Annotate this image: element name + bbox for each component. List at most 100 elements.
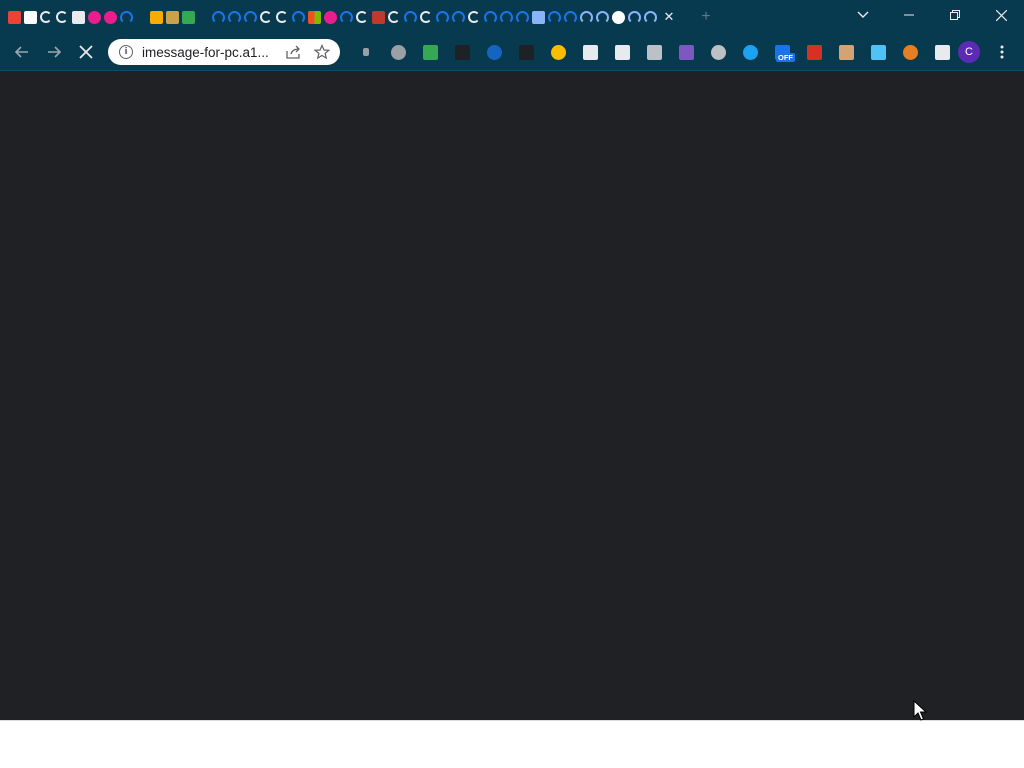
s-icon — [87, 10, 101, 24]
restore-button[interactable] — [932, 0, 978, 30]
loading-icon — [579, 10, 593, 24]
play-extension-button[interactable] — [862, 41, 894, 63]
address-bar[interactable]: i imessage-for-pc.a1... — [108, 39, 340, 65]
browser-tab[interactable] — [450, 6, 466, 28]
browser-tab[interactable] — [306, 6, 322, 28]
rss-icon — [454, 44, 470, 60]
browser-tab[interactable] — [338, 6, 354, 28]
loading-icon — [595, 10, 609, 24]
back-button[interactable] — [8, 38, 36, 66]
rss-extension-button[interactable] — [446, 41, 478, 63]
chat-icon — [422, 44, 438, 60]
profile-avatar[interactable]: C — [958, 41, 980, 63]
browser-tab[interactable] — [258, 6, 274, 28]
browser-tab[interactable] — [418, 6, 434, 28]
ghost-icon — [611, 10, 625, 24]
r-extension-button[interactable] — [670, 41, 702, 63]
tab-list: ✕ + — [6, 6, 718, 28]
browser-tab[interactable] — [482, 6, 498, 28]
browser-tab[interactable] — [118, 6, 134, 28]
url-text[interactable]: imessage-for-pc.a1... — [142, 45, 274, 60]
browser-tab[interactable] — [514, 6, 530, 28]
forward-button[interactable] — [40, 38, 68, 66]
browser-tab[interactable] — [86, 6, 102, 28]
extension-bar: OFF — [350, 41, 958, 63]
browser-tab[interactable] — [546, 6, 562, 28]
speaker-extension-button[interactable] — [350, 41, 382, 63]
page-viewport[interactable] — [0, 71, 1024, 720]
chat-extension-button[interactable] — [414, 41, 446, 63]
loading-icon — [563, 10, 577, 24]
browser-tab[interactable] — [578, 6, 594, 28]
browser-tab[interactable] — [6, 6, 22, 28]
speaker-icon — [363, 48, 369, 56]
browser-window: ✕ + i imessage-for-pc.a1... OFF C — [0, 0, 1024, 768]
browser-tab[interactable] — [434, 6, 450, 28]
image-extension-button[interactable] — [574, 41, 606, 63]
c-icon — [468, 11, 480, 23]
page-icon — [71, 10, 85, 24]
tab-close-icon[interactable]: ✕ — [658, 6, 680, 28]
card-extension-button[interactable] — [798, 41, 830, 63]
puzzle-icon — [934, 44, 950, 60]
browser-tab[interactable] — [102, 6, 118, 28]
stop-loading-button[interactable] — [72, 38, 100, 66]
minimize-button[interactable] — [886, 0, 932, 30]
browser-tab[interactable] — [562, 6, 578, 28]
h-icon — [646, 44, 662, 60]
h-extension-button[interactable] — [638, 41, 670, 63]
browser-tab[interactable] — [180, 6, 196, 28]
browser-tab[interactable] — [210, 6, 226, 28]
browser-tab[interactable] — [274, 6, 290, 28]
browser-tab[interactable] — [530, 6, 546, 28]
avatar[interactable]: C — [958, 41, 980, 63]
coupon-extension-button[interactable]: OFF — [766, 41, 798, 63]
loading-icon — [643, 10, 657, 24]
site-info-icon[interactable]: i — [119, 45, 133, 59]
browser-tab[interactable] — [594, 6, 610, 28]
image-icon — [582, 44, 598, 60]
browser-tab[interactable] — [466, 6, 482, 28]
tab-search-chevron-icon[interactable] — [850, 4, 876, 26]
loading-icon — [627, 10, 641, 24]
drive-extension-button[interactable] — [382, 41, 414, 63]
cross-arrows-extension-button[interactable] — [606, 41, 638, 63]
browser-tab[interactable] — [402, 6, 418, 28]
browser-tab[interactable] — [70, 6, 86, 28]
browser-tab[interactable] — [610, 6, 626, 28]
browser-menu-button[interactable] — [988, 38, 1016, 66]
browser-tab[interactable] — [354, 6, 370, 28]
browser-tab[interactable] — [242, 6, 258, 28]
browser-tab[interactable] — [290, 6, 306, 28]
cat-extension-button[interactable] — [830, 41, 862, 63]
browser-tab[interactable] — [54, 6, 70, 28]
smiley-extension-button[interactable] — [542, 41, 574, 63]
vpn-extension-button[interactable] — [478, 41, 510, 63]
close-window-button[interactable] — [978, 0, 1024, 30]
browser-tab[interactable] — [226, 6, 242, 28]
browser-tab[interactable] — [626, 6, 642, 28]
browser-tab[interactable] — [498, 6, 514, 28]
browser-tab[interactable] — [642, 6, 658, 28]
browser-tab[interactable] — [38, 6, 54, 28]
monkey-icon — [902, 44, 918, 60]
browser-tab[interactable] — [370, 6, 386, 28]
gmail-icon — [7, 10, 21, 24]
bookmark-star-icon[interactable] — [313, 44, 331, 60]
vpn-icon — [486, 44, 502, 60]
c-icon — [420, 11, 432, 23]
hammer-extension-button[interactable] — [510, 41, 542, 63]
monkey-extension-button[interactable] — [894, 41, 926, 63]
browser-tab[interactable] — [164, 6, 180, 28]
share-icon[interactable] — [286, 45, 302, 59]
photo-icon — [371, 10, 385, 24]
cloud-extension-button[interactable] — [702, 41, 734, 63]
new-tab-button[interactable]: + — [694, 6, 718, 28]
edge-extension-button[interactable] — [734, 41, 766, 63]
puzzle-extension-button[interactable] — [926, 41, 958, 63]
browser-tab[interactable] — [322, 6, 338, 28]
browser-tab[interactable] — [22, 6, 38, 28]
browser-tab[interactable] — [148, 6, 164, 28]
c-icon — [356, 11, 368, 23]
browser-tab[interactable] — [386, 6, 402, 28]
